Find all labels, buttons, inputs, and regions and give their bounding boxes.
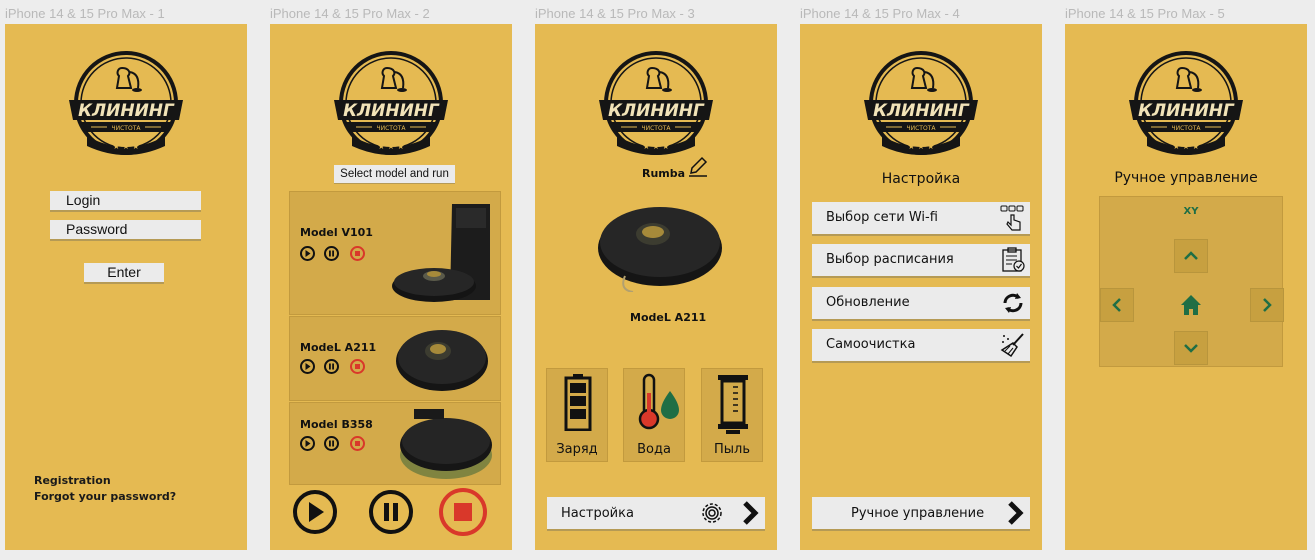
stop-icon[interactable] xyxy=(350,359,365,374)
pause-icon[interactable] xyxy=(324,359,339,374)
pencil-icon[interactable] xyxy=(687,156,709,178)
screen-manual-control: КЛИНИНГ ЧИСТОТА Ручное управление XY xyxy=(1065,24,1307,550)
coordinate-label: XY xyxy=(1183,206,1199,217)
wifi-menu-item[interactable]: Выбор сети Wi-fi xyxy=(812,202,1030,234)
manual-control-label: Ручное управление xyxy=(851,506,985,521)
battery-label: Заряд xyxy=(556,442,598,457)
water-stat: Вода xyxy=(623,368,685,462)
logo-tagline-text: ЧИСТОТА xyxy=(377,125,407,132)
water-label: Вода xyxy=(637,442,671,457)
pause-icon[interactable] xyxy=(324,246,339,261)
home-icon[interactable] xyxy=(1178,292,1204,318)
logo-tagline-text: ЧИСТОТА xyxy=(642,125,672,132)
login-field[interactable]: Login xyxy=(50,191,201,210)
dust-stat: Пыль xyxy=(701,368,763,462)
logo-brand-text: КЛИНИНГ xyxy=(608,101,705,121)
stop-icon[interactable] xyxy=(350,436,365,451)
play-icon[interactable] xyxy=(300,436,315,451)
stop-icon[interactable] xyxy=(350,246,365,261)
brand-logo: КЛИНИНГ ЧИСТОТА xyxy=(862,48,980,158)
brand-logo: КЛИНИНГ ЧИСТОТА xyxy=(1127,48,1245,158)
play-icon[interactable] xyxy=(300,246,315,261)
model-card-a211[interactable]: ModeL A211 xyxy=(289,316,501,401)
logo-tagline-text: ЧИСТОТА xyxy=(1172,125,1202,132)
logo-tagline-text: ЧИСТОТА xyxy=(112,125,142,132)
gear-icon xyxy=(702,503,722,523)
left-button[interactable] xyxy=(1100,288,1134,322)
refresh-icon xyxy=(1003,293,1023,313)
play-icon[interactable] xyxy=(300,359,315,374)
battery-icon xyxy=(564,374,592,431)
password-field[interactable]: Password xyxy=(50,220,201,239)
manual-control-button[interactable]: Ручное управление xyxy=(812,497,1030,529)
settings-label: Настройка xyxy=(561,506,634,521)
frame-title-4: iPhone 14 & 15 Pro Max - 4 xyxy=(800,6,960,21)
dust-container-icon xyxy=(718,375,748,434)
clipboard-check-icon xyxy=(1002,247,1025,272)
right-button[interactable] xyxy=(1250,288,1284,322)
up-button[interactable] xyxy=(1174,239,1208,273)
select-model-label: Select model and run xyxy=(334,165,455,183)
brand-logo: КЛИНИНГ ЧИСТОТА xyxy=(332,48,450,158)
update-menu-item[interactable]: Обновление xyxy=(812,287,1030,319)
stop-all-button[interactable] xyxy=(439,488,487,536)
down-button[interactable] xyxy=(1174,331,1208,365)
water-thermometer-icon xyxy=(638,373,679,430)
frame-title-1: iPhone 14 & 15 Pro Max - 1 xyxy=(5,6,165,21)
model-name: ModeL A211 xyxy=(300,341,377,354)
model-name: ModeL A211 xyxy=(630,311,707,324)
logo-tagline-text: ЧИСТОТА xyxy=(907,125,937,132)
settings-heading: Настройка xyxy=(881,171,961,187)
pause-icon[interactable] xyxy=(324,436,339,451)
logo-brand-text: КЛИНИНГ xyxy=(78,101,175,121)
pause-all-button[interactable] xyxy=(369,490,413,534)
direction-pad: XY xyxy=(1099,196,1284,367)
model-card-b358[interactable]: Model B358 xyxy=(289,402,501,485)
logo-brand-text: КЛИНИНГ xyxy=(1138,101,1235,121)
frame-title-3: iPhone 14 & 15 Pro Max - 3 xyxy=(535,6,695,21)
device-name: Rumba xyxy=(642,167,686,180)
self-clean-menu-item[interactable]: Самоочистка xyxy=(812,329,1030,361)
screen-login: КЛИНИНГ ЧИСТОТА Login Password Enter Reg… xyxy=(5,24,247,550)
enter-button[interactable]: Enter xyxy=(84,263,164,282)
schedule-menu-item[interactable]: Выбор расписания xyxy=(812,244,1030,276)
forgot-password-link[interactable]: Forgot your password? xyxy=(34,490,176,503)
dust-label: Пыль xyxy=(713,442,750,457)
screen-models: КЛИНИНГ ЧИСТОТА Select model and run Mod… xyxy=(270,24,512,550)
chevron-right-icon xyxy=(1008,501,1024,525)
wifi-label: Выбор сети Wi-fi xyxy=(826,210,938,225)
self-clean-label: Самоочистка xyxy=(826,337,916,352)
broom-icon xyxy=(1000,333,1024,358)
registration-link[interactable]: Registration xyxy=(34,474,111,487)
model-name: Model V101 xyxy=(300,226,373,239)
model-name: Model B358 xyxy=(300,418,373,431)
frame-title-5: iPhone 14 & 15 Pro Max - 5 xyxy=(1065,6,1225,21)
robot-a211-image xyxy=(396,330,488,391)
update-label: Обновление xyxy=(826,295,910,310)
frame-title-2: iPhone 14 & 15 Pro Max - 2 xyxy=(270,6,430,21)
touch-icon xyxy=(1000,205,1024,231)
brand-logo: КЛИНИНГ ЧИСТОТА xyxy=(597,48,715,158)
battery-stat: Заряд xyxy=(546,368,608,462)
logo-brand-text: КЛИНИНГ xyxy=(343,101,440,121)
screen-settings: КЛИНИНГ ЧИСТОТА Настройка Выбор сети Wi-… xyxy=(800,24,1042,550)
brand-logo: КЛИНИНГ ЧИСТОТА xyxy=(67,48,185,158)
robot-a211-image xyxy=(598,207,722,292)
screen-device: КЛИНИНГ ЧИСТОТА Rumba ModeL A211 Заряд В… xyxy=(535,24,777,550)
manual-control-heading: Ручное управление xyxy=(1114,170,1258,186)
play-all-button[interactable] xyxy=(293,490,337,534)
model-card-v101[interactable]: Model V101 xyxy=(289,191,501,315)
robot-b358-image xyxy=(400,409,492,479)
logo-brand-text: КЛИНИНГ xyxy=(873,101,970,121)
chevron-right-icon xyxy=(743,501,759,525)
settings-button[interactable]: Настройка xyxy=(547,497,765,529)
schedule-label: Выбор расписания xyxy=(826,252,954,267)
robot-with-dock-image xyxy=(392,204,490,302)
